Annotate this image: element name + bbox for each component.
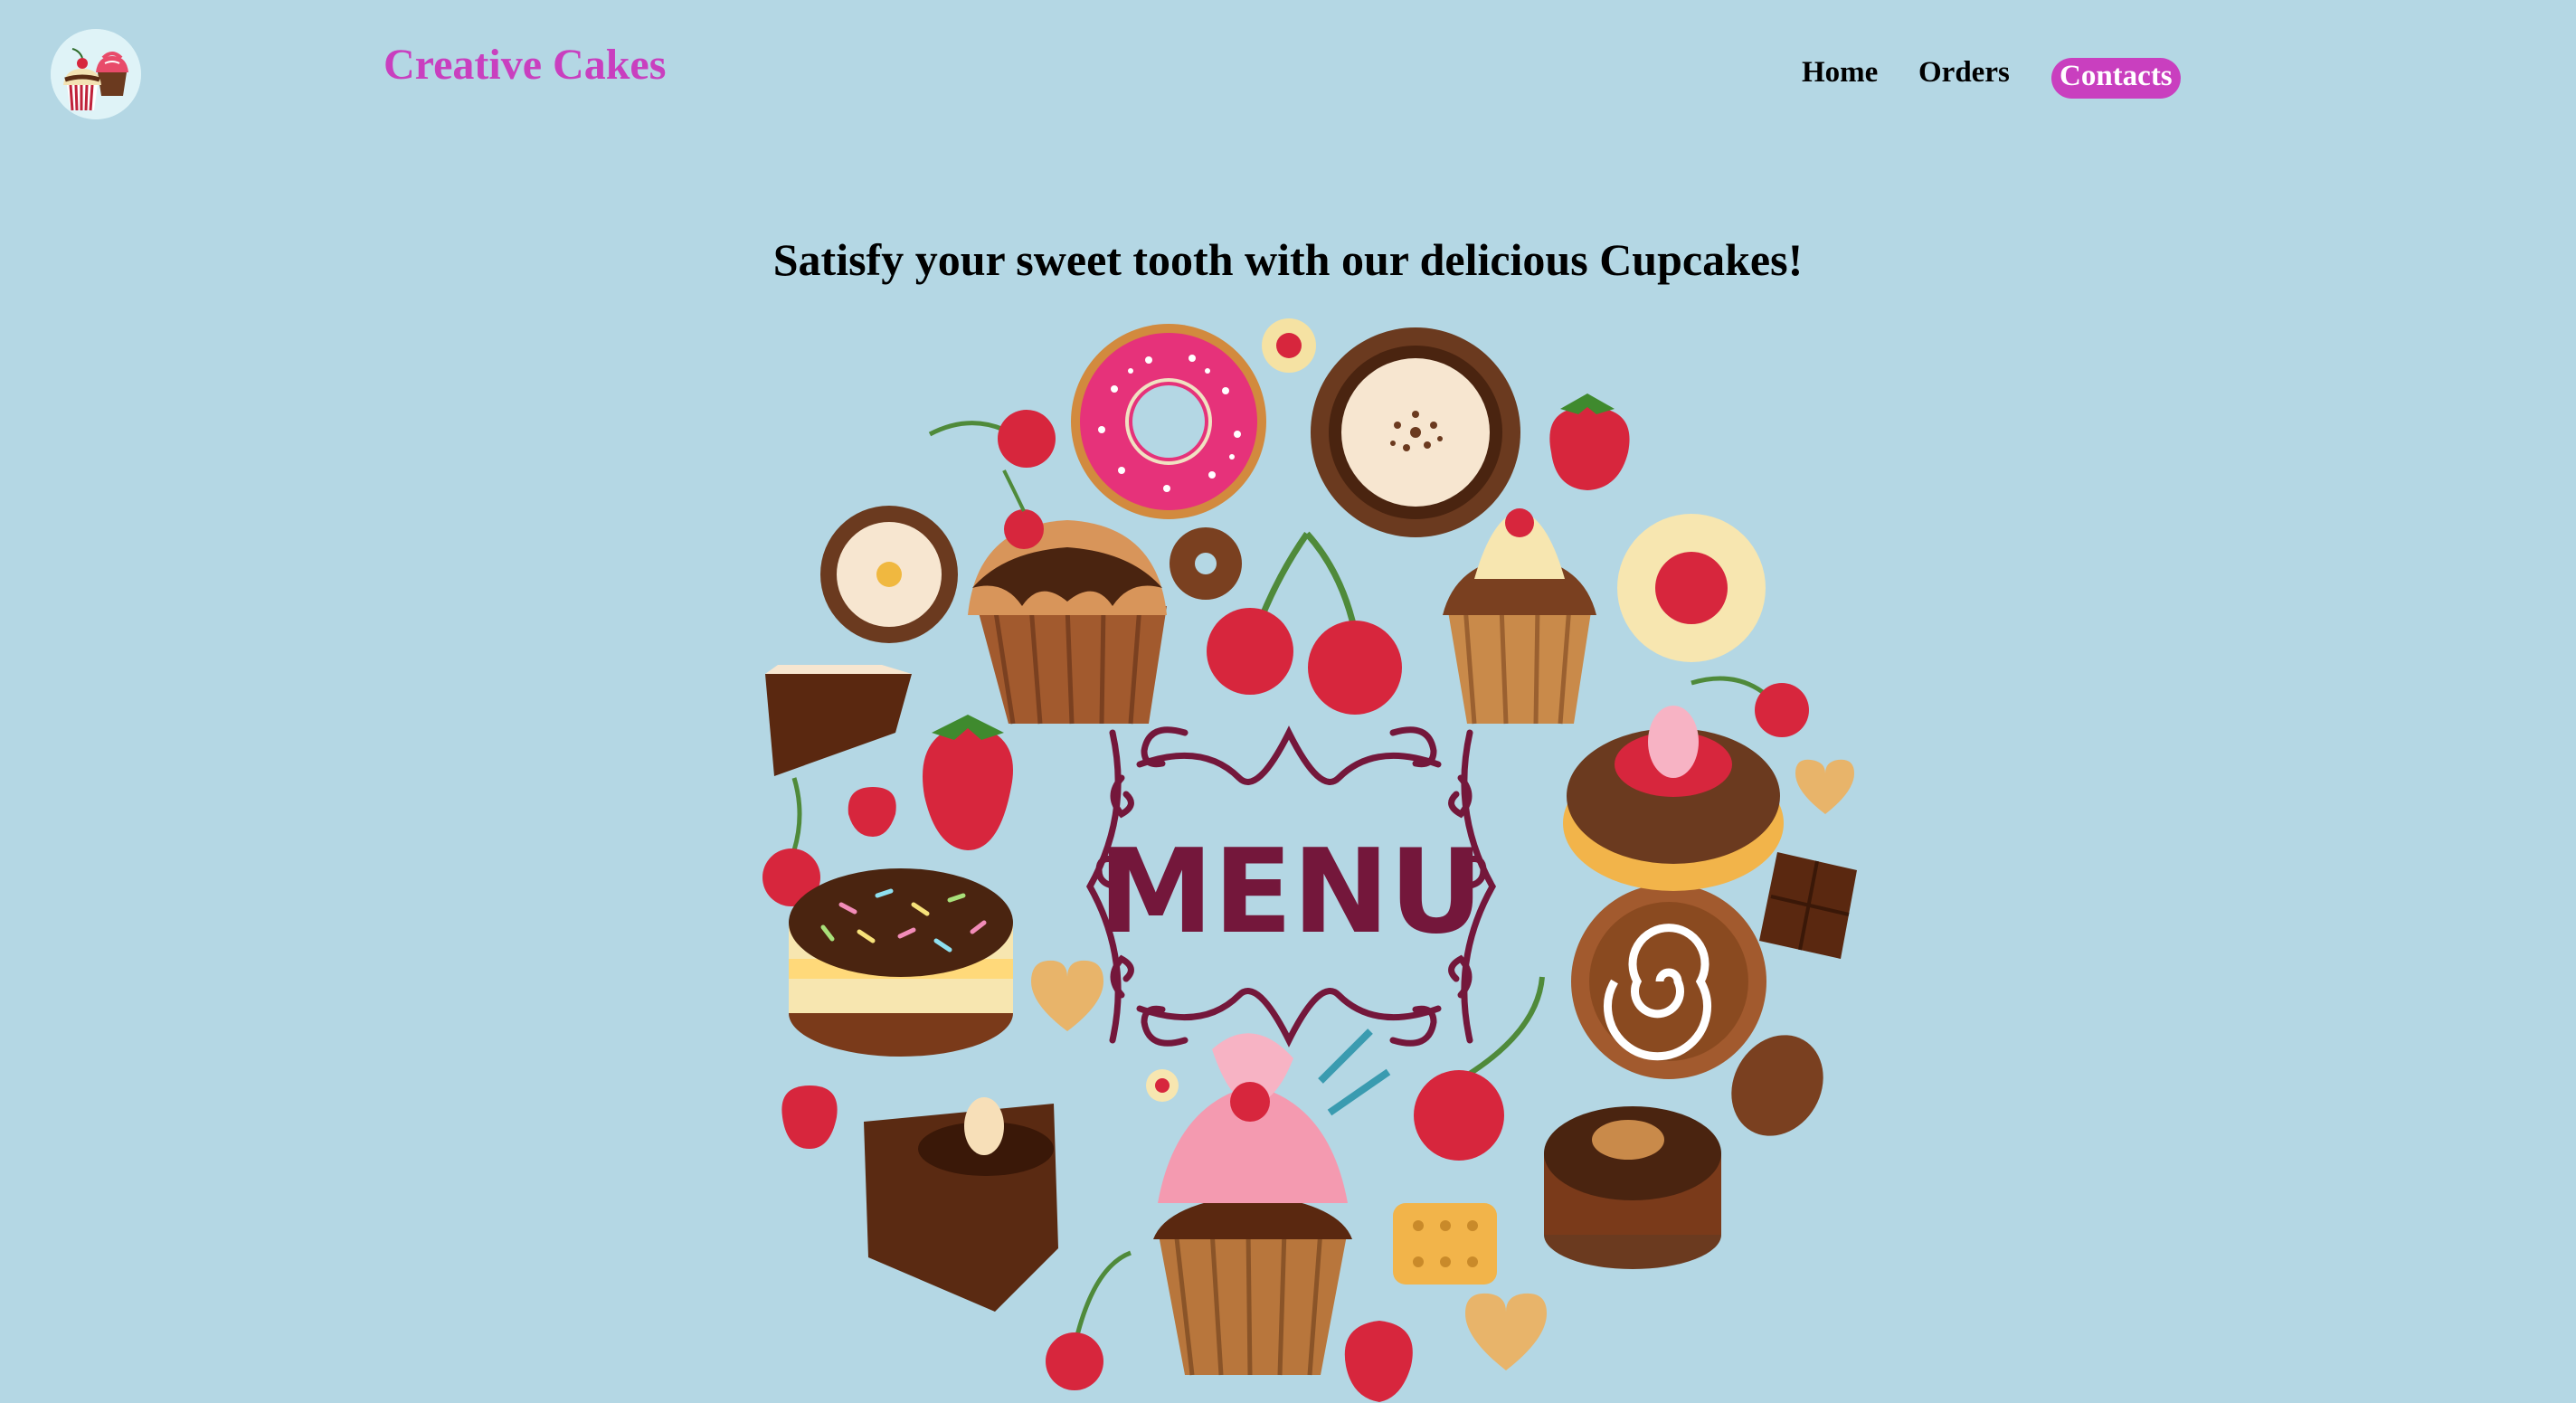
small-strawberry-icon [848, 787, 896, 837]
chocolate-cake-icon [1544, 1106, 1721, 1269]
cake-slice-icon [765, 665, 912, 776]
menu-label: MENU [1098, 825, 1483, 960]
hero-tagline: Satisfy your sweet tooth with our delici… [772, 234, 1804, 285]
pink-cupcake-icon [1153, 1029, 1391, 1376]
brand-title[interactable]: Creative Cakes [384, 40, 666, 90]
cherry-pie-topper-icon [1690, 676, 1809, 737]
round-cookie-icon [1617, 514, 1766, 662]
cherry-left-icon [762, 777, 820, 906]
mini-cookie-icon [1146, 1069, 1179, 1102]
desserts-menu-illustration: MENU [696, 308, 1881, 1403]
strawberry-bottom-icon [1344, 1321, 1413, 1402]
jam-cookie-icon [1262, 318, 1316, 373]
strawberry-icon [1549, 393, 1630, 490]
nav-orders-link[interactable]: Orders [1918, 56, 2010, 90]
cherry-icon [928, 410, 1056, 468]
cupcakes-logo-icon[interactable] [51, 29, 141, 119]
cream-pie-icon [1563, 706, 1784, 891]
mini-donut-icon [1170, 527, 1242, 600]
page: Creative Cakes Home Orders Contacts Sati… [0, 0, 2576, 1403]
nav-contacts-link[interactable]: Contacts [2051, 58, 2181, 99]
cherry-bottom-icon [1046, 1250, 1132, 1390]
tiny-heart-cookie-icon [1795, 759, 1854, 814]
small-tart-icon [820, 506, 958, 643]
chocolate-bar-icon [1759, 852, 1857, 959]
swiss-roll-icon [1571, 884, 1766, 1079]
nav-home-link[interactable]: Home [1802, 56, 1878, 90]
sprinkle-cake-icon [789, 868, 1013, 1057]
bottom-strawberry-icon [781, 1085, 838, 1149]
pink-donut-icon [1071, 324, 1266, 519]
large-strawberry-icon [923, 715, 1013, 850]
vanilla-cupcake-icon [1443, 508, 1596, 725]
cherry-right-icon [1414, 976, 1545, 1161]
heart-cookie-icon [1031, 960, 1103, 1031]
cream-tart-icon [1311, 327, 1520, 537]
biscuit-icon [1393, 1203, 1497, 1285]
bottom-heart-cookie-icon [1465, 1293, 1547, 1370]
brownie-icon [864, 1097, 1058, 1312]
